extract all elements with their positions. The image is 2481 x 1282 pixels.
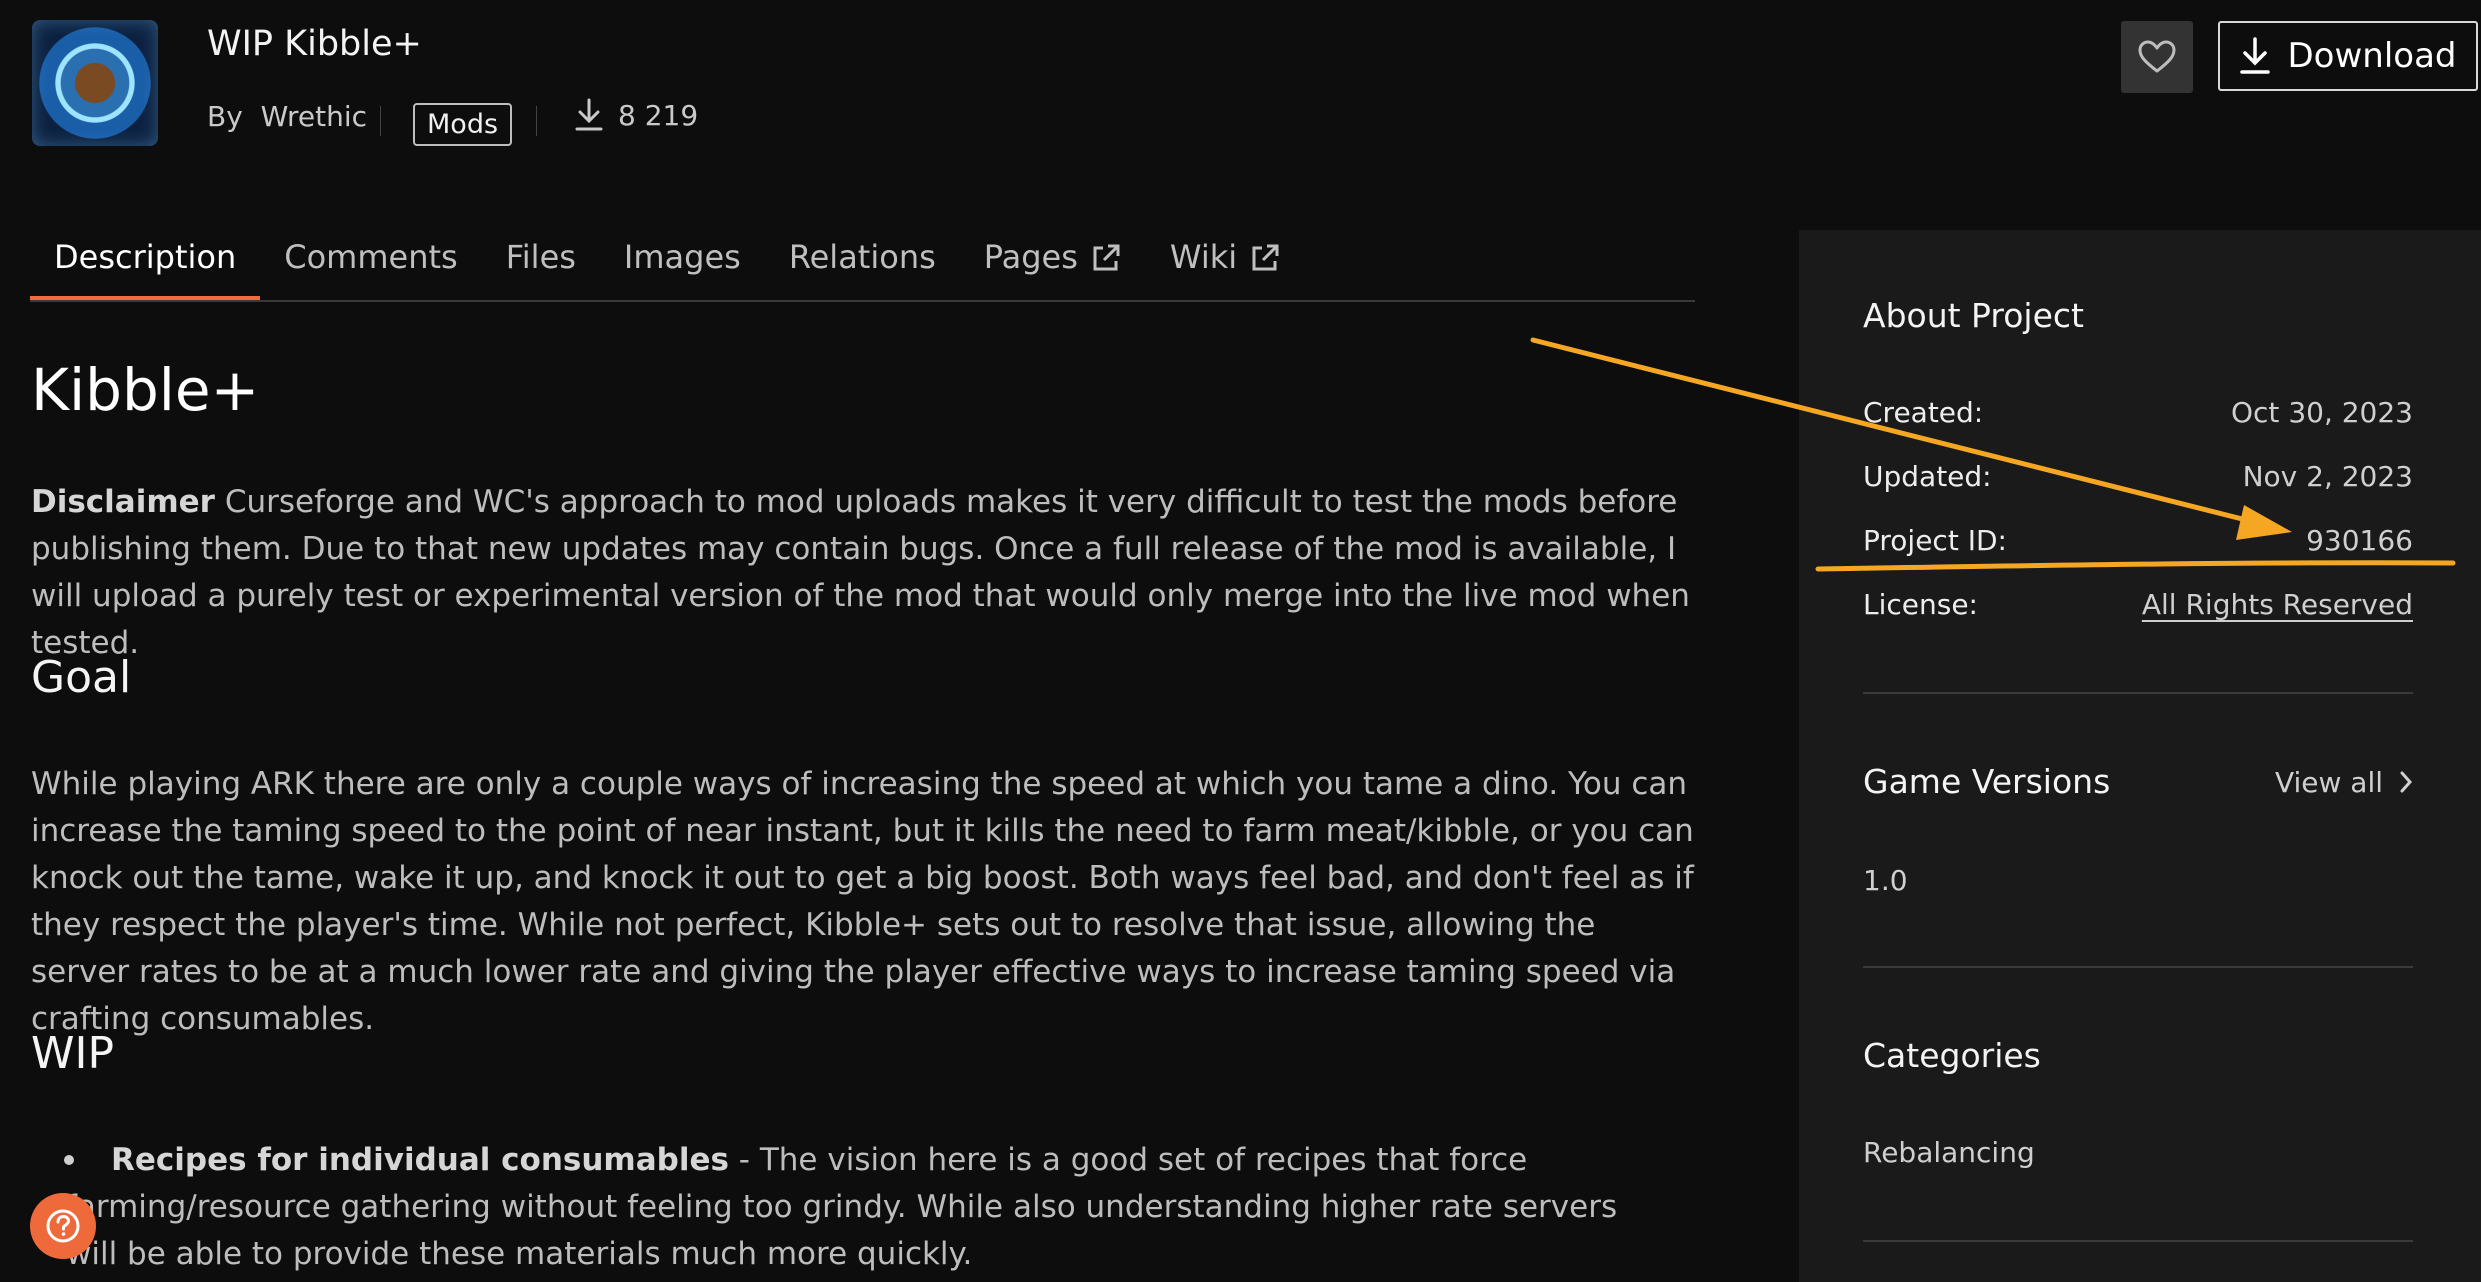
annotation-arrow-line: [1530, 337, 2265, 527]
annotation-overlay: [1530, 337, 2456, 572]
annotation-underline: [1815, 560, 2456, 572]
annotation-arrowhead: [2236, 505, 2292, 540]
